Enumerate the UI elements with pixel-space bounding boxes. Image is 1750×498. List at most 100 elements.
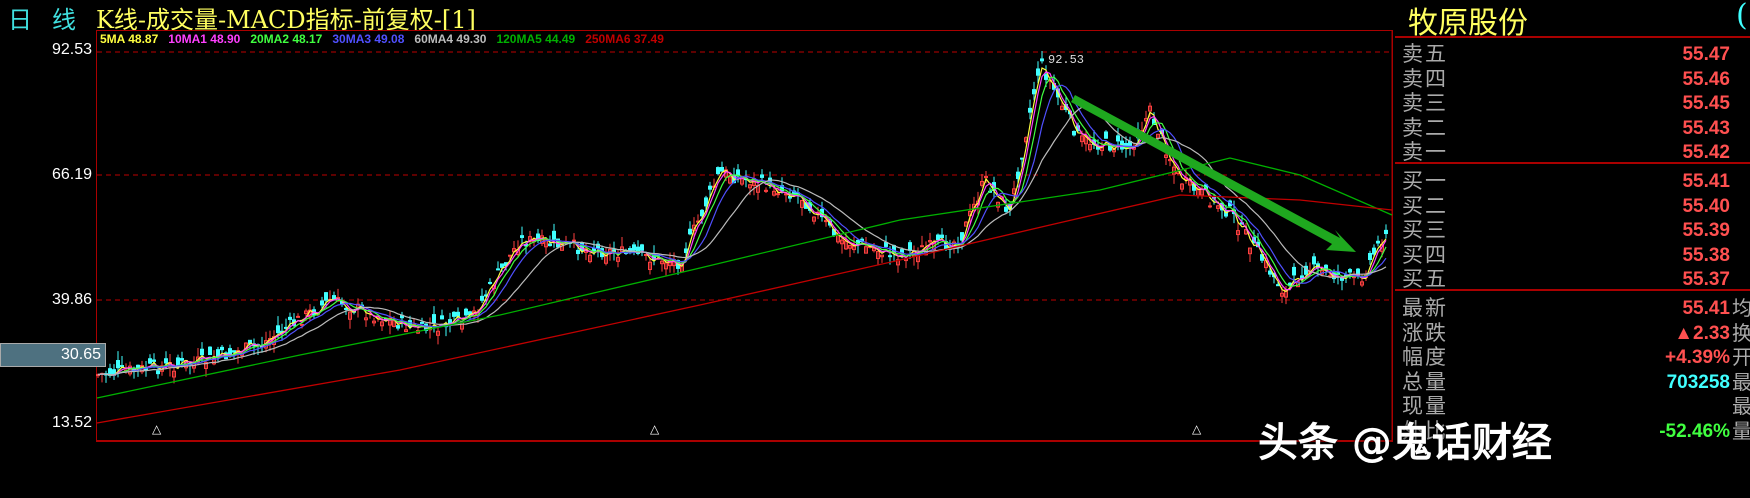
row-label: 卖四 xyxy=(1402,66,1448,91)
axis-tick: 13.52 xyxy=(51,414,92,431)
candle-body xyxy=(632,244,636,251)
row-extra-label: 均 xyxy=(1732,296,1750,320)
candle-body xyxy=(720,166,724,172)
marker-triangle-icon: △ xyxy=(650,422,660,436)
candle-body xyxy=(452,311,456,317)
legend-item: 120MA5 44.49 xyxy=(496,32,576,46)
candle-body xyxy=(520,235,524,238)
quote-row: 买一 55.41 xyxy=(1395,169,1750,194)
row-value: 55.42 xyxy=(1682,142,1730,163)
row-extra-label: 最 xyxy=(1732,394,1750,418)
row-label: 幅度 xyxy=(1402,345,1448,369)
row-value: 55.41 xyxy=(1682,298,1730,319)
candle-body xyxy=(688,228,692,235)
candle-body xyxy=(1072,130,1076,136)
legend-item: 20MA2 48.17 xyxy=(250,32,323,46)
ma60-line xyxy=(97,105,1387,376)
candle-body xyxy=(1352,276,1356,279)
row-value: -52.46% xyxy=(1659,420,1730,442)
row-label: 总量 xyxy=(1402,369,1448,394)
kline-canvas[interactable]: 92.53 △ △ △ xyxy=(0,0,1393,498)
quote-row: 买五 55.37 xyxy=(1395,267,1750,292)
candle-body xyxy=(320,300,324,306)
candle-body xyxy=(276,325,280,334)
marker-triangle-icon: △ xyxy=(152,422,162,436)
candle-body xyxy=(708,185,712,190)
row-label: 卖五 xyxy=(1402,42,1448,66)
candle-body xyxy=(116,360,120,369)
candle-body xyxy=(1104,131,1108,139)
candle-body xyxy=(884,242,888,247)
row-label: 买五 xyxy=(1402,267,1448,291)
candle-body xyxy=(120,365,124,368)
legend-item: 30MA3 49.08 xyxy=(332,32,405,46)
candle-body xyxy=(1292,266,1296,276)
candle-body xyxy=(232,350,236,353)
trend-arrow xyxy=(1071,95,1356,252)
candle-body xyxy=(148,358,152,364)
candle-body xyxy=(1208,205,1212,208)
quote-row: 涨跌 ▲2.33 换 xyxy=(1395,321,1750,346)
candle-body xyxy=(1384,229,1388,235)
row-value: 55.46 xyxy=(1682,68,1730,90)
candle-body xyxy=(1348,269,1352,273)
row-value: ▲2.33 xyxy=(1674,322,1730,344)
candle-body xyxy=(152,359,156,362)
quote-row: 买三 55.39 xyxy=(1395,218,1750,243)
watermark: 头条 @鬼话财经 xyxy=(1258,420,1552,466)
candle-body xyxy=(432,314,436,324)
axis-tick: 66.19 xyxy=(51,166,92,183)
candle-body xyxy=(940,234,944,239)
candle-body xyxy=(176,357,180,367)
candle-body xyxy=(640,244,644,251)
row-extra-label: 最 xyxy=(1732,369,1750,394)
candle-body xyxy=(1036,68,1040,76)
candle-body xyxy=(480,295,484,301)
row-value: 703258 xyxy=(1666,371,1730,393)
candle-body xyxy=(496,268,500,271)
candle-body xyxy=(500,263,504,268)
candle-body xyxy=(200,348,204,356)
legend-item: 10MA1 48.90 xyxy=(168,32,241,46)
row-extra-label: 开 xyxy=(1732,345,1750,369)
candle-body xyxy=(1044,74,1048,80)
candle-body xyxy=(936,234,940,240)
quote-row: 卖三 55.45 xyxy=(1395,91,1750,116)
candle-body xyxy=(1312,256,1316,265)
row-label: 最新 xyxy=(1402,296,1448,320)
row-value: 55.38 xyxy=(1682,244,1730,266)
candle-body xyxy=(220,346,224,351)
candle-body xyxy=(488,281,492,284)
row-value: 55.40 xyxy=(1682,195,1730,217)
row-value: 55.41 xyxy=(1682,171,1730,192)
candle-body xyxy=(164,358,168,364)
candle-body xyxy=(1004,206,1008,212)
candle-body xyxy=(908,242,912,251)
row-label: 买一 xyxy=(1402,169,1448,193)
axis-tick: 39.86 xyxy=(51,291,92,308)
candle-body xyxy=(788,196,792,199)
quote-row: 卖五 55.47 xyxy=(1395,42,1750,67)
candle-body xyxy=(208,346,212,356)
row-label: 涨跌 xyxy=(1402,320,1448,345)
axis-tick: 92.53 xyxy=(51,41,92,58)
row-extra-label: 换 xyxy=(1732,320,1750,345)
candle-body xyxy=(1268,270,1272,275)
candle-body xyxy=(1368,252,1372,261)
row-label: 卖三 xyxy=(1402,91,1448,115)
candle-body xyxy=(1276,284,1280,287)
candle-body xyxy=(324,292,328,301)
candle-body xyxy=(136,364,140,369)
candle-body xyxy=(464,308,468,316)
row-label: 卖二 xyxy=(1402,115,1448,140)
legend-item: 60MA4 49.30 xyxy=(414,32,487,46)
ma30-line xyxy=(97,84,1387,376)
quote-row: 买二 55.40 xyxy=(1395,194,1750,219)
candle-body xyxy=(1032,89,1036,95)
candle-body xyxy=(420,321,424,324)
candle-body xyxy=(716,167,720,175)
row-value: 55.47 xyxy=(1682,44,1730,65)
peak-label: 92.53 xyxy=(1048,53,1084,67)
candle-body xyxy=(156,370,160,375)
legend-item: 5MA 48.87 xyxy=(100,32,159,46)
